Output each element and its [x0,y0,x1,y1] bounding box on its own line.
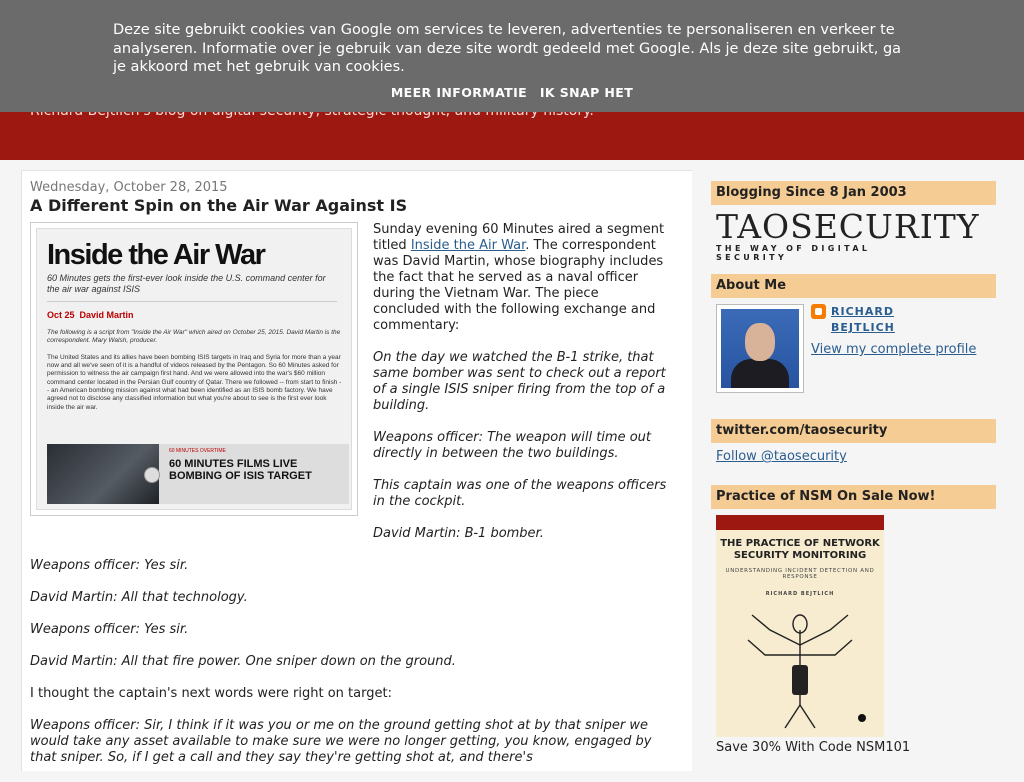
post-image-body: The United States and its allies have be… [47,353,342,411]
quote-text: David Martin: All that technology. [30,590,248,605]
widget-title-twitter: twitter.com/taosecurity [711,419,996,443]
quote-text: Weapons officer: Yes sir. [30,622,189,637]
post-image-text: The following is a script from "Inside t… [47,329,343,412]
play-icon [144,467,160,483]
post-quote: David Martin: All that technology. [30,590,670,606]
book-cover-band [716,515,884,530]
post-quote: This captain was one of the weapons offi… [373,478,668,510]
logo-tagline: THE WAY OF DIGITAL SECURITY [716,244,871,262]
video-label: 60 MINUTES OVERTIME [169,448,226,454]
cookie-notice-bar: Deze site gebruikt cookies van Google om… [0,0,1024,112]
post-paragraph: I thought the captain's next words were … [30,686,392,701]
blogger-icon [811,304,826,319]
book-cover-illustration [747,614,866,729]
post-quote: Weapons officer: Yes sir. [30,558,670,574]
post-image-intro: The following is a script from "Inside t… [47,329,341,345]
video-thumbnail [47,444,159,504]
profile-photo-image [721,309,799,388]
quote-text: Weapons officer: Yes sir. [30,558,189,573]
post-image-meta: Oct 25 David Martin [47,301,337,320]
post-date: Wednesday, October 28, 2015 [30,180,228,195]
publisher-logo [858,714,866,722]
post-intro: Sunday evening 60 Minutes aired a segmen… [373,222,668,334]
quote-text: Weapons officer: The weapon will time ou… [373,430,651,461]
quote-text: David Martin: B-1 bomber. [373,526,544,541]
post-quote: Weapons officer: Sir, I think if it was … [30,718,670,766]
logo-wordmark: TAOSECURITY [716,207,980,246]
profile-photo[interactable] [716,304,804,393]
post-image-date: Oct 25 [47,310,75,320]
photo-face [745,323,775,361]
book-caption: Save 30% With Code NSM101 [716,740,911,755]
post-title[interactable]: A Different Spin on the Air War Against … [30,196,407,215]
quote-text: Weapons officer: Sir, I think if it was … [30,718,652,765]
quote-text: David Martin: All that fire power. One s… [30,654,456,669]
post-image-video: 60 MINUTES OVERTIME 60 MINUTES FILMS LIV… [47,444,349,504]
widget-title-about-me: About Me [711,274,996,298]
cookie-more-info-button[interactable]: MEER INFORMATIE [391,85,527,100]
post-image[interactable]: Inside the Air War 60 Minutes gets the f… [30,222,358,516]
quote-text: On the day we watched the B-1 strike, th… [373,350,666,413]
post-body-bottom: Weapons officer: Yes sir. David Martin: … [30,558,670,782]
book-author: RICHARD BEJTLICH [765,591,835,597]
photo-suit [731,359,789,388]
video-title: 60 MINUTES FILMS LIVE BOMBING OF ISIS TA… [169,458,312,482]
post-quote: Weapons officer: The weapon will time ou… [373,430,668,462]
post-quote: Weapons officer: Yes sir. [30,622,670,638]
post-image-correspondent: David Martin [79,310,134,320]
book-cover[interactable]: THE PRACTICE OF NETWORK SECURITY MONITOR… [716,515,884,737]
post-image-subtitle: 60 Minutes gets the first-ever look insi… [47,273,326,294]
post-image-content: Inside the Air War 60 Minutes gets the f… [36,228,352,510]
widget-title-blogging-since: Blogging Since 8 Jan 2003 [711,181,996,205]
quote-text: This captain was one of the weapons offi… [373,478,667,509]
book-title: THE PRACTICE OF NETWORK SECURITY MONITOR… [720,538,880,561]
taosecurity-logo[interactable]: TAOSECURITY THE WAY OF DIGITAL SECURITY [716,207,980,262]
post-quote: On the day we watched the B-1 strike, th… [373,350,668,414]
cookie-actions: MEER INFORMATIE IK SNAP HET [0,85,1024,100]
cookie-notice-text: Deze site gebruikt cookies van Google om… [113,22,902,75]
follow-twitter-link[interactable]: Follow @taosecurity [716,449,847,464]
post-quote: David Martin: B-1 bomber. [373,526,668,542]
inside-air-war-link[interactable]: Inside the Air War [411,238,525,253]
post-quote: David Martin: All that fire power. One s… [30,654,670,670]
view-profile-link[interactable]: View my complete profile [811,342,976,357]
widget-title-book: Practice of NSM On Sale Now! [711,485,996,509]
book-subtitle: UNDERSTANDING INCIDENT DETECTION AND RES… [725,568,875,580]
post-body-top: Sunday evening 60 Minutes aired a segmen… [373,222,668,558]
cookie-accept-button[interactable]: IK SNAP HET [540,85,633,100]
profile-name-link[interactable]: RICHARD BEJTLICH [831,304,921,336]
post-image-title: Inside the Air War [47,239,266,271]
